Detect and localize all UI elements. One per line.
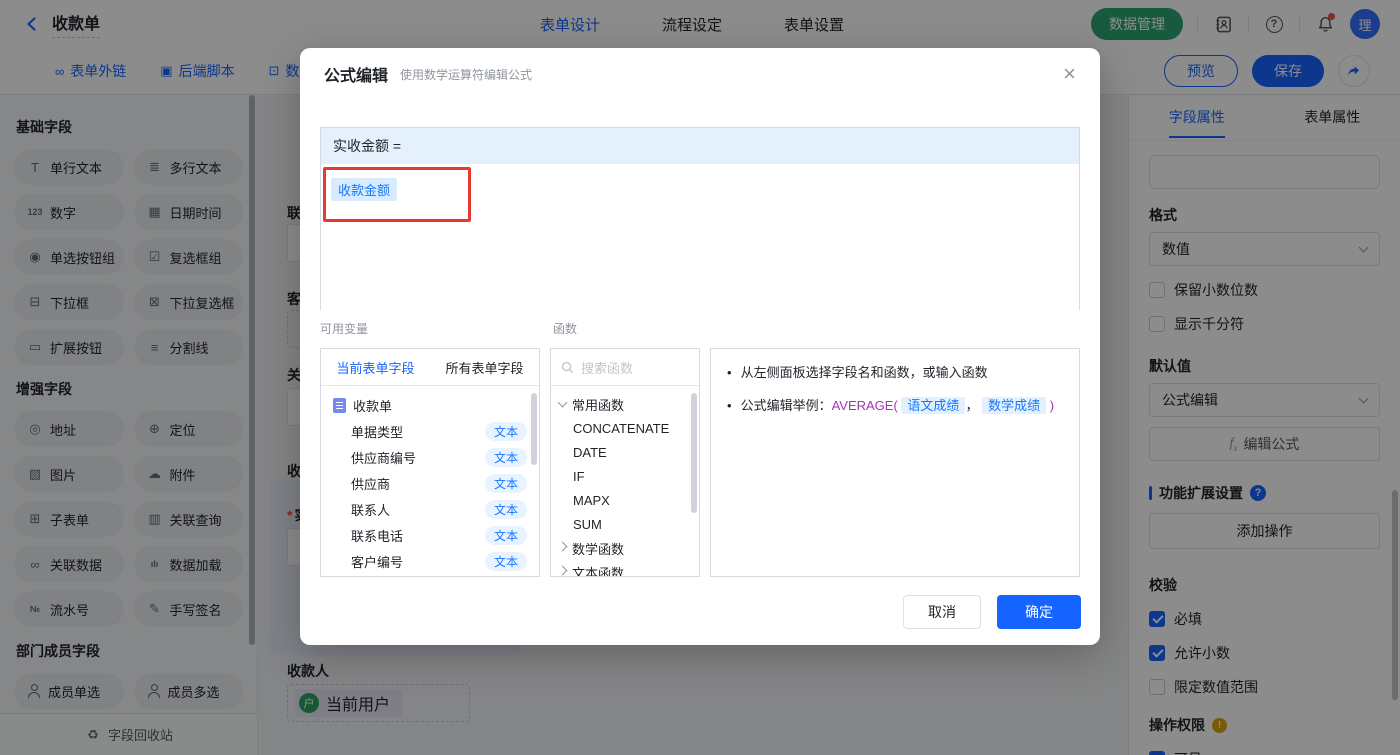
variable-供应商[interactable]: 供应商 文本 (321, 470, 539, 496)
variable-联系电话[interactable]: 联系电话 文本 (321, 522, 539, 548)
function-group-数学函数[interactable]: 数学函数 (551, 536, 699, 560)
function-group-label: 数学函数 (572, 541, 625, 557)
variable-type-badge: 文本 (484, 499, 527, 519)
function-MAPX[interactable]: MAPX (551, 488, 699, 512)
example-chip: 数学成绩 (982, 397, 1047, 414)
variable-name: 联系电话 (351, 528, 404, 544)
variables-scrollbar[interactable] (531, 393, 537, 465)
variable-type-badge: 文本 (484, 525, 527, 545)
variable-type-badge: 文本 (484, 421, 527, 441)
function-group-label: 文本函数 (572, 565, 625, 577)
formula-target: 实收金额 = (321, 128, 1079, 164)
variable-name: 联系人 (351, 502, 391, 518)
functions-panel: 搜索函数 常用函数 CONCATENATE DATE IF MAPX SUM 数学函数文本函… (550, 348, 700, 577)
modal-subtitle: 使用数学运算符编辑公式 (400, 67, 533, 82)
functions-scrollbar[interactable] (691, 393, 697, 513)
modal-title: 公式编辑 (324, 68, 389, 85)
close-icon[interactable]: × (1063, 63, 1076, 85)
chevron-right-icon (557, 565, 568, 576)
variables-tab-所有表单字段[interactable]: 所有表单字段 (430, 358, 539, 377)
chevron-right-icon (557, 541, 568, 552)
variable-type-badge: 文本 (484, 447, 527, 467)
variable-客户编号[interactable]: 客户编号 文本 (321, 548, 539, 574)
variable-name: 供应商编号 (351, 450, 417, 466)
variables-tab-当前表单字段[interactable]: 当前表单字段 (321, 358, 430, 377)
hint-line-1: 从左侧面板选择字段名和函数，或输入函数 (740, 365, 988, 380)
variables-panel: 当前表单字段 所有表单字段 收款单 单据类型 文本 供应商编号 文本 供应商 文本 联系人 文本联… (320, 348, 540, 577)
function-search-input[interactable]: 搜索函数 (551, 349, 699, 386)
confirm-button[interactable]: 确定 (997, 595, 1081, 629)
cancel-button[interactable]: 取消 (903, 595, 981, 629)
variable-type-badge: 文本 (484, 551, 527, 571)
hint-line-2: 公式编辑举例：AVERAGE( 语文成绩， 数学成绩 ) (740, 397, 1055, 414)
variable-root-收款单[interactable]: 收款单 (321, 392, 539, 418)
search-icon (561, 361, 574, 373)
form-doc-icon (333, 397, 346, 413)
variables-label: 可用变量 (320, 322, 369, 336)
variable-name: 客户编号 (351, 554, 404, 570)
function-DATE[interactable]: DATE (551, 440, 699, 464)
function-CONCATENATE[interactable]: CONCATENATE (551, 416, 699, 440)
variable-单据类型[interactable]: 单据类型 文本 (321, 418, 539, 444)
bullet: • (727, 398, 732, 413)
chevron-down-icon (557, 397, 568, 408)
variable-联系人[interactable]: 联系人 文本 (321, 496, 539, 522)
function-SUM[interactable]: SUM (551, 512, 699, 536)
example-chip: 语文成绩 (901, 397, 966, 414)
annotation-rectangle (323, 167, 471, 222)
variable-root-label: 收款单 (353, 398, 393, 414)
variable-供应商编号[interactable]: 供应商编号 文本 (321, 444, 539, 470)
bullet: • (727, 365, 732, 380)
variable-type-badge: 文本 (484, 473, 527, 493)
function-IF[interactable]: IF (551, 464, 699, 488)
function-group-文本函数[interactable]: 文本函数 (551, 560, 699, 577)
functions-label: 函数 (553, 322, 578, 336)
function-group-常用函数[interactable]: 常用函数 (551, 392, 699, 416)
variable-name: 供应商 (351, 476, 391, 492)
formula-editor-modal: 公式编辑 使用数学运算符编辑公式 × 实收金额 = 收款金额 可用变量 当前表单… (300, 48, 1100, 645)
formula-input-area[interactable]: 收款金额 (321, 164, 1079, 310)
formula-editor-area: 实收金额 = 收款金额 (320, 127, 1080, 310)
variable-name: 单据类型 (351, 424, 404, 440)
search-placeholder: 搜索函数 (581, 360, 634, 376)
function-group-label: 常用函数 (572, 397, 625, 413)
hint-panel: • 从左侧面板选择字段名和函数，或输入函数 • 公式编辑举例：AVERAGE( … (710, 348, 1080, 577)
